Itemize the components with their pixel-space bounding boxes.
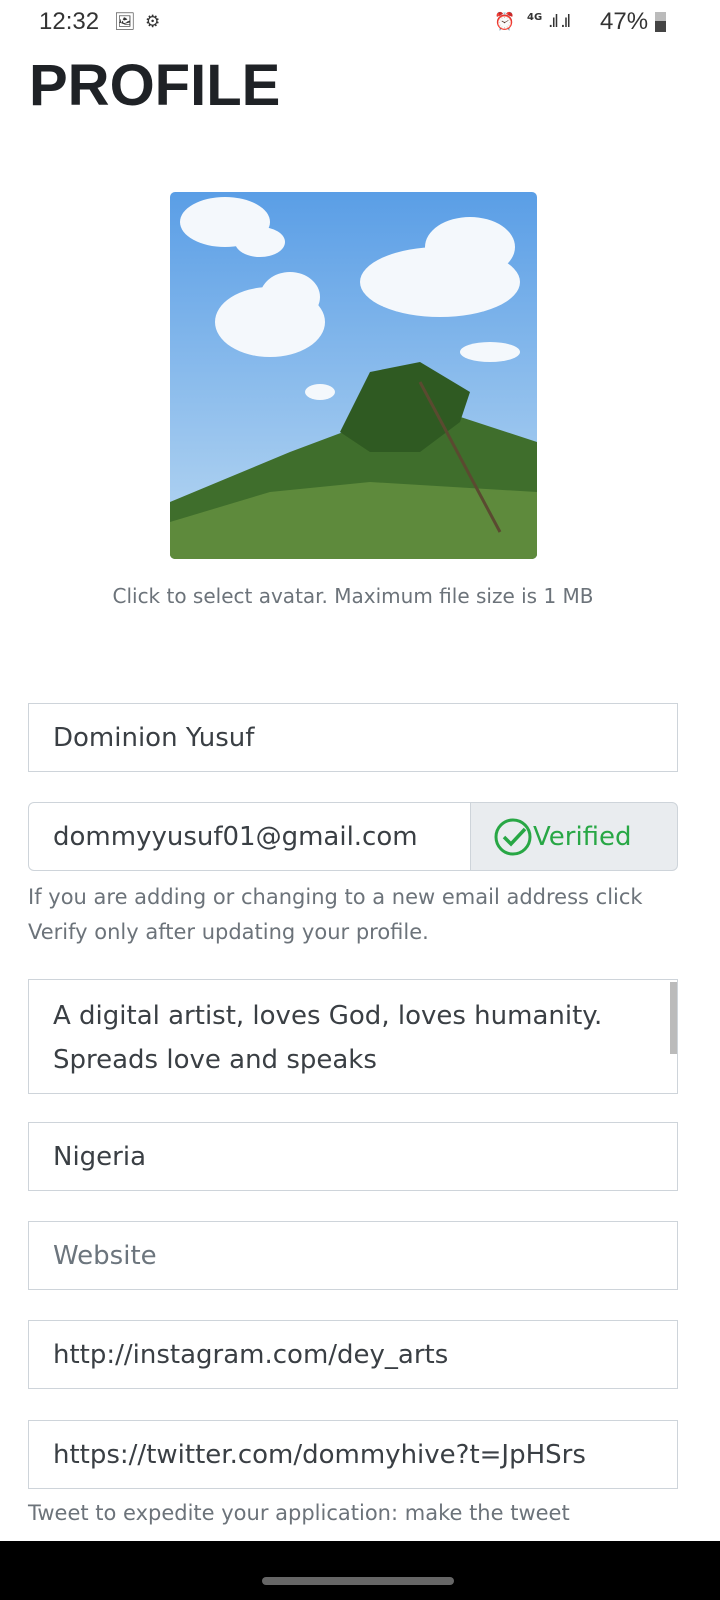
network-label: 4G (527, 12, 543, 23)
signal-icon: .ıl .ıl (548, 12, 571, 32)
navigation-bar (0, 1541, 720, 1600)
verified-label: Verified (533, 821, 632, 852)
country-input[interactable]: Nigeria (28, 1122, 678, 1191)
image-icon: 🖼 (114, 12, 136, 32)
email-input[interactable]: dommyyusuf01@gmail.com (28, 802, 472, 871)
name-input[interactable]: Dominion Yusuf (28, 703, 678, 772)
avatar-image (170, 192, 537, 559)
verified-badge[interactable]: Verified (470, 802, 678, 871)
status-bar: 12:32 🖼 ⚙ ⏰ 4G .ıl .ıl 47% (0, 0, 720, 46)
avatar-hint: Click to select avatar. Maximum file siz… (112, 584, 594, 608)
email-help-text: If you are adding or changing to a new e… (28, 885, 643, 944)
battery-icon (655, 12, 666, 32)
clock: 12:32 (39, 8, 100, 35)
scrollbar[interactable] (670, 982, 677, 1054)
home-gesture-handle[interactable] (262, 1577, 454, 1585)
vpn-icon: ⚙ (145, 12, 161, 32)
bio-text: A digital artist, loves God, loves human… (53, 1001, 603, 1075)
check-circle-icon (494, 818, 532, 855)
tweet-help-text: Tweet to expedite your application: make… (28, 1501, 570, 1525)
instagram-input[interactable]: http://instagram.com/dey_arts (28, 1320, 678, 1389)
alarm-icon: ⏰ (494, 12, 516, 32)
battery-level: 47% (600, 8, 649, 35)
avatar-picker[interactable] (170, 192, 537, 559)
website-input[interactable]: Website (28, 1221, 678, 1290)
twitter-input[interactable]: https://twitter.com/dommyhive?t=JpHSrs (28, 1420, 678, 1489)
page-title: PROFILE (29, 53, 281, 118)
bio-textarea[interactable]: A digital artist, loves God, loves human… (28, 979, 678, 1094)
